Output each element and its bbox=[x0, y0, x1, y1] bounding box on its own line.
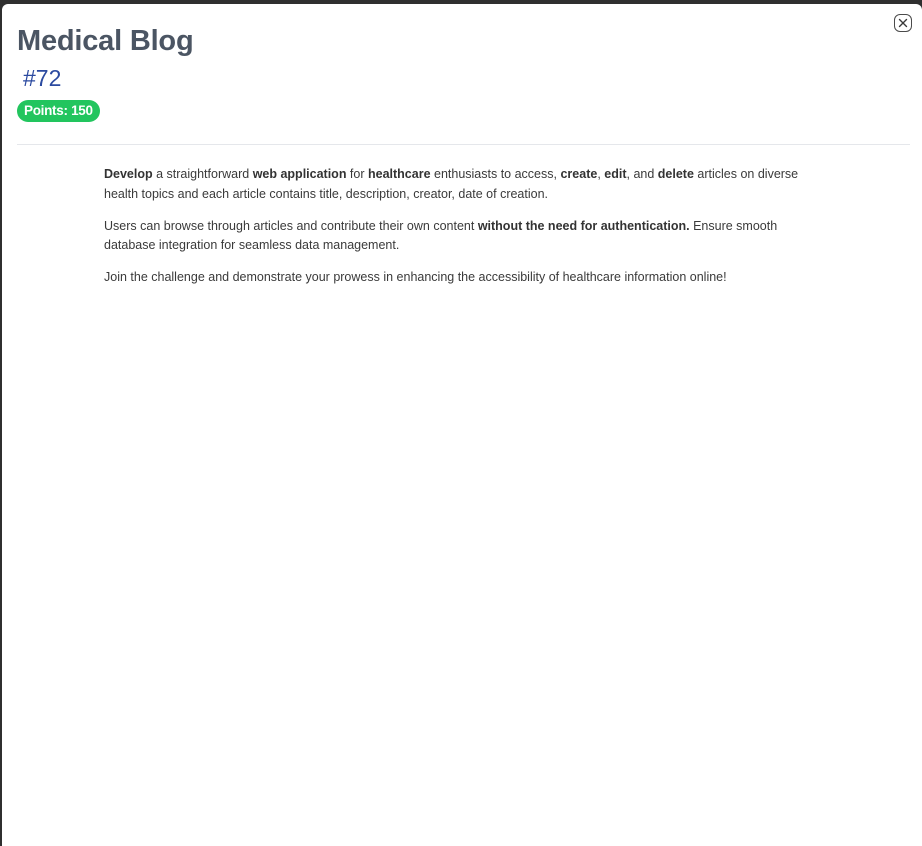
body-text: enthusiasts to access, bbox=[430, 167, 561, 181]
close-button[interactable] bbox=[894, 14, 912, 32]
challenge-description: Develop a straightforward web applicatio… bbox=[104, 165, 814, 300]
close-icon bbox=[898, 18, 908, 28]
challenge-number: #72 bbox=[23, 65, 62, 91]
description-paragraph-2: Users can browse through articles and co… bbox=[104, 217, 814, 256]
emphasis-text: edit bbox=[604, 167, 627, 181]
body-text: , and bbox=[626, 167, 658, 181]
description-paragraph-3: Join the challenge and demonstrate your … bbox=[104, 268, 814, 288]
body-text: Join the challenge and demonstrate your … bbox=[104, 270, 727, 284]
points-badge: Points: 150 bbox=[17, 100, 100, 122]
emphasis-text: create bbox=[560, 167, 598, 181]
challenge-title: Medical Blog bbox=[17, 25, 194, 57]
challenge-modal: Medical Blog #72 Points: 150 Develop a s… bbox=[2, 4, 922, 846]
emphasis-text: web application bbox=[252, 167, 347, 181]
description-paragraph-1: Develop a straightforward web applicatio… bbox=[104, 165, 814, 204]
header-divider bbox=[17, 144, 910, 145]
emphasis-text: delete bbox=[657, 167, 694, 181]
body-text: a straightforward bbox=[152, 167, 253, 181]
modal-header: Medical Blog #72 Points: 150 bbox=[17, 24, 194, 122]
emphasis-text: without the need for authentication. bbox=[477, 218, 690, 233]
emphasis-text: healthcare bbox=[368, 167, 431, 181]
emphasis-text: Develop bbox=[104, 167, 153, 181]
body-text: Users can browse through articles and co… bbox=[104, 218, 478, 233]
body-text: for bbox=[346, 167, 368, 181]
